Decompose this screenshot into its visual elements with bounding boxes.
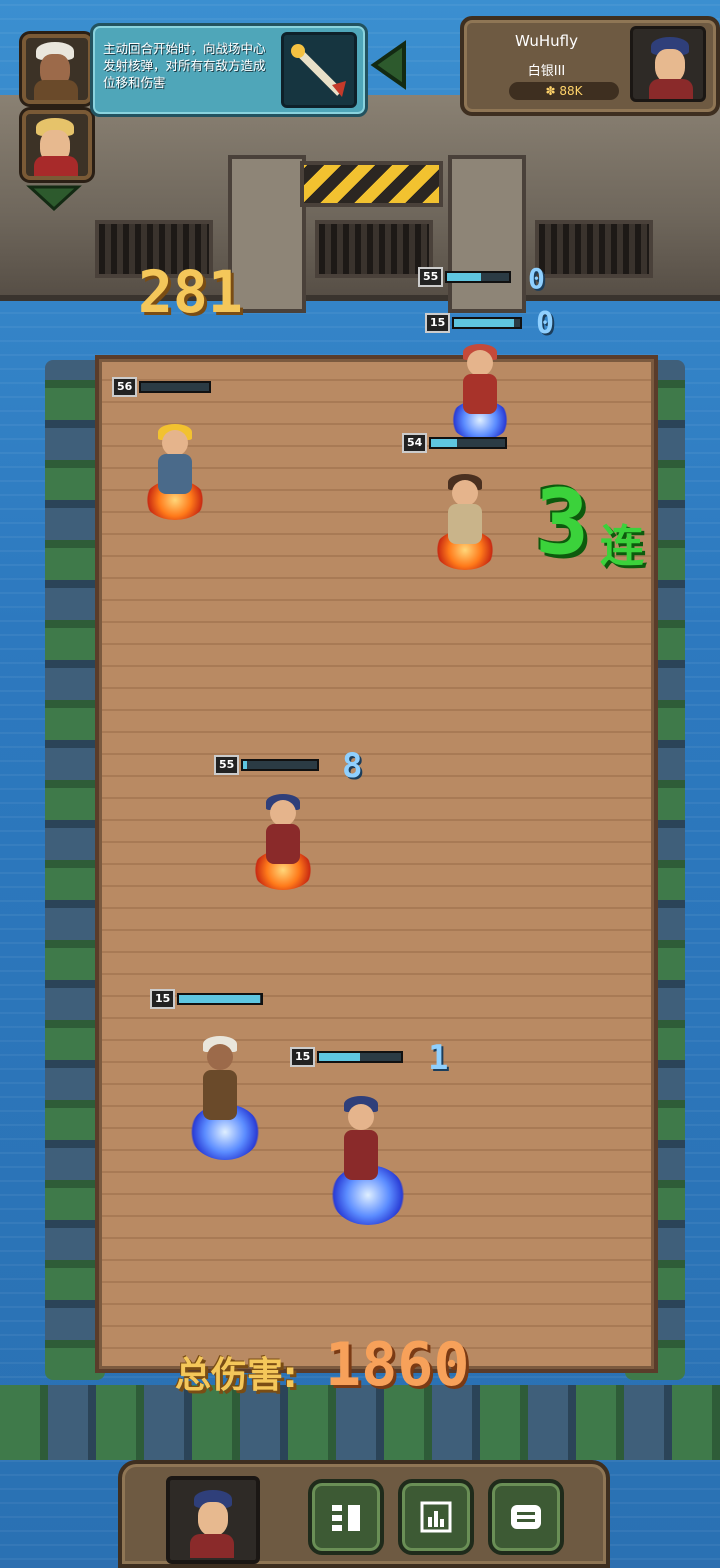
gate bbox=[315, 220, 433, 278]
formation-button[interactable] bbox=[308, 1479, 384, 1555]
unit-hp-bar: 15 bbox=[290, 1047, 404, 1067]
unit-damage-number: 1 bbox=[428, 1038, 449, 1078]
stats-icon bbox=[420, 1501, 452, 1533]
current-hero-avatar[interactable] bbox=[166, 1476, 260, 1564]
total-damage-label: 总伤害: bbox=[175, 1355, 298, 1396]
total-damage-bar: 总伤害: 1860 bbox=[60, 1328, 660, 1408]
unit-hp-bar: 55 bbox=[418, 267, 512, 287]
unit-hp-bar: 15 bbox=[425, 313, 523, 333]
unit-hp-bar: 15 bbox=[150, 989, 264, 1009]
unit-level: 55 bbox=[214, 755, 240, 775]
player-avatar bbox=[630, 26, 706, 102]
missile-skill-icon[interactable] bbox=[281, 32, 357, 108]
chevron-down-icon[interactable] bbox=[26, 183, 82, 213]
unit-damage-number: 0 bbox=[528, 262, 545, 295]
collapse-arrow-icon[interactable] bbox=[368, 40, 410, 90]
enemy-unit-miner[interactable] bbox=[140, 420, 210, 520]
enemy-unit-brawler[interactable] bbox=[430, 470, 500, 570]
gate bbox=[535, 220, 653, 278]
fortress-wall bbox=[0, 95, 720, 313]
player-rank: 白银III bbox=[527, 64, 566, 79]
ally-unit-archer[interactable] bbox=[326, 1090, 406, 1225]
unit-damage-number: 8 bbox=[342, 746, 363, 786]
bottom-dock bbox=[118, 1460, 610, 1568]
player-power: ✽ 88K bbox=[509, 82, 619, 100]
unit-hp-bar: 55 bbox=[214, 755, 320, 775]
enemy-unit-fox-girl[interactable] bbox=[445, 340, 515, 440]
hero-portrait-2[interactable] bbox=[22, 110, 92, 180]
chat-icon bbox=[511, 1505, 541, 1529]
wall-pillar bbox=[448, 155, 526, 313]
turn-damage-number: 281 bbox=[138, 258, 243, 326]
unit-damage-number: 0 bbox=[536, 306, 555, 341]
player-power-value: 88K bbox=[559, 84, 583, 98]
unit-level: 56 bbox=[112, 377, 138, 397]
unit-level: 15 bbox=[425, 313, 451, 333]
ally-unit-horned-warrior[interactable] bbox=[185, 1030, 265, 1160]
unit-level: 54 bbox=[402, 433, 428, 453]
stats-button[interactable] bbox=[398, 1479, 474, 1555]
unit-hp-bar: 54 bbox=[402, 433, 508, 453]
chat-button[interactable] bbox=[488, 1479, 564, 1555]
formation-icon bbox=[332, 1505, 360, 1531]
unit-level: 15 bbox=[290, 1047, 316, 1067]
hazard-stripe bbox=[300, 161, 443, 207]
unit-hp-bar: 56 bbox=[112, 377, 212, 397]
combo-label: 连 bbox=[600, 521, 644, 572]
enemy-unit-archer[interactable] bbox=[248, 790, 318, 890]
unit-level: 15 bbox=[150, 989, 176, 1009]
player-name: WuHufly bbox=[515, 32, 578, 50]
unit-level: 55 bbox=[418, 267, 444, 287]
paw-icon: ✽ bbox=[545, 84, 556, 98]
skill-description: 主动回合开始时，向战场中心发射核弹，对所有有敌方造成位移和伤害 bbox=[103, 41, 266, 90]
hero-portrait-1[interactable] bbox=[22, 34, 92, 104]
player-card[interactable]: WuHufly 白银III ✽ 88K bbox=[460, 16, 720, 116]
skill-tooltip: 主动回合开始时，向战场中心发射核弹，对所有有敌方造成位移和伤害 bbox=[90, 23, 368, 117]
combo-count: 3 bbox=[535, 470, 590, 575]
total-damage-value: 1860 bbox=[325, 1330, 470, 1400]
